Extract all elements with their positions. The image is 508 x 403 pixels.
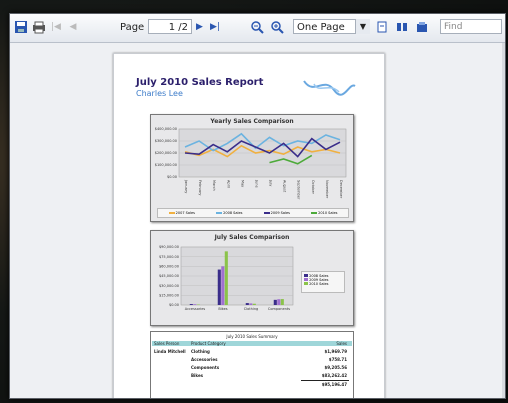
table-row: Components — [191, 365, 220, 370]
y-tick-label: $0.00 — [169, 303, 179, 307]
save-icon[interactable] — [14, 19, 28, 35]
july-chart-legend: 2008 Sales 2009 Sales 2010 Sales — [301, 271, 345, 293]
bar — [189, 304, 193, 305]
x-tick-label: October — [311, 180, 315, 195]
bar — [245, 303, 249, 305]
report-title: July 2010 Sales Report — [136, 77, 264, 88]
legend-item: 2009 Sales — [263, 211, 290, 215]
header-product-category: Product Category — [191, 341, 226, 346]
x-tick-label: August — [283, 180, 287, 193]
x-tick-label: Components — [268, 307, 290, 311]
previous-page-icon[interactable]: ◀ — [68, 19, 78, 35]
sales-summary-table: July 2010 Sales Summary Sales Person Pro… — [150, 331, 354, 398]
y-tick-label: $60,000.00 — [159, 265, 179, 269]
table-cell-value: $9,205.56 — [324, 365, 347, 370]
x-tick-label: September — [297, 180, 301, 200]
y-tick-label: $100,000.00 — [155, 163, 177, 167]
legend-item: 2010 Sales — [304, 282, 342, 286]
find-input[interactable]: Find — [440, 19, 502, 34]
yearly-line-plot: January February March April May June July Augu… — [155, 127, 347, 200]
yearly-sales-chart: Yearly Sales Comparison January February M… — [150, 114, 354, 222]
bar — [217, 269, 221, 305]
page-number-input[interactable]: 1 /2 — [148, 19, 192, 34]
x-tick-label: May — [240, 180, 244, 187]
page-layout-icon[interactable] — [395, 19, 409, 35]
report-page: July 2010 Sales Report Charles Lee Yearl… — [113, 53, 385, 398]
company-logo-icon — [303, 80, 356, 96]
bar — [252, 303, 256, 305]
total-divider — [301, 380, 349, 381]
legend-item: 2008 Sales — [216, 211, 242, 215]
y-tick-label: $90,000.00 — [159, 245, 179, 249]
y-tick-label: $45,000.00 — [159, 274, 179, 278]
bar — [273, 299, 277, 305]
y-tick-label: $30,000.00 — [159, 284, 179, 288]
y-tick-label: $15,000.00 — [159, 294, 179, 298]
x-tick-label: December — [339, 180, 343, 199]
july-sales-chart: July Sales Comparison $90,000.00 $75,000.… — [150, 230, 354, 326]
x-tick-label: March — [212, 180, 216, 191]
legend-item: 2010 Sales — [311, 211, 337, 215]
table-cell-value: $83,262.42 — [321, 373, 347, 378]
report-content-area: July 2010 Sales Report Charles Lee Yearl… — [10, 43, 505, 398]
viewer-toolbar: |◀ ◀ Page 1 /2 ▶ ▶| One Page ▼ Find — [10, 14, 505, 43]
y-tick-label: $0.00 — [167, 175, 177, 179]
x-tick-label: June — [254, 179, 258, 188]
report-author: Charles Lee — [136, 89, 183, 98]
last-page-icon[interactable]: ▶| — [210, 19, 220, 35]
sales-person-name: Linda Mitchell — [154, 349, 186, 354]
bar — [221, 266, 225, 305]
first-page-icon[interactable]: |◀ — [50, 19, 62, 35]
y-tick-label: $300,000.00 — [155, 139, 177, 143]
bar — [277, 299, 281, 305]
x-tick-label: July — [269, 179, 273, 186]
table-row: Bikes — [191, 373, 204, 378]
bar — [280, 299, 284, 305]
zoom-out-icon[interactable] — [250, 19, 264, 35]
x-tick-label: January — [184, 179, 188, 193]
print-icon[interactable] — [32, 19, 46, 35]
report-viewer-window: |◀ ◀ Page 1 /2 ▶ ▶| One Page ▼ Find July… — [9, 13, 506, 399]
x-tick-label: April — [226, 180, 230, 188]
table-row: Accessories — [191, 357, 218, 362]
table-header-row — [152, 341, 352, 346]
vertical-scrollbar[interactable] — [502, 43, 505, 398]
bar — [249, 303, 253, 305]
chevron-down-icon[interactable]: ▼ — [355, 19, 370, 34]
table-title: July 2010 Sales Summary — [226, 334, 278, 339]
bar — [193, 304, 197, 305]
export-icon[interactable] — [415, 19, 429, 35]
x-tick-label: Clothing — [244, 307, 259, 311]
y-tick-label: $400,000.00 — [155, 127, 177, 131]
bar — [224, 251, 228, 305]
x-tick-label: February — [198, 180, 202, 196]
table-row: Clothing — [191, 349, 210, 354]
table-total-value: $95,196.47 — [321, 382, 347, 387]
header-sales-person: Sales Person — [154, 341, 180, 346]
table-cell-value: $1,969.79 — [324, 349, 347, 354]
single-page-view-icon[interactable] — [375, 19, 389, 35]
table-cell-value: $758.71 — [328, 357, 347, 362]
page-label: Page — [120, 21, 145, 33]
x-tick-label: Accessories — [185, 307, 206, 311]
next-page-icon[interactable]: ▶ — [196, 19, 203, 35]
x-tick-label: November — [325, 180, 329, 199]
legend-item: 2007 Sales — [168, 211, 195, 215]
zoom-in-icon[interactable] — [270, 19, 284, 35]
yearly-chart-legend: 2007 Sales 2008 Sales 2009 Sales 2010 Sa… — [157, 208, 349, 218]
x-tick-label: Bikes — [218, 307, 227, 311]
header-sales: Sales — [336, 341, 347, 346]
y-tick-label: $200,000.00 — [155, 151, 177, 155]
y-tick-label: $75,000.00 — [159, 255, 179, 259]
